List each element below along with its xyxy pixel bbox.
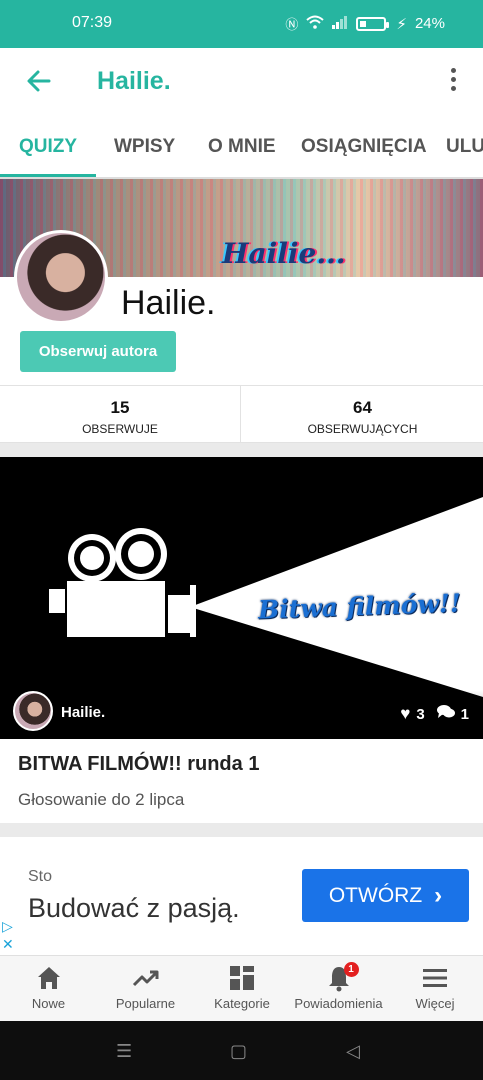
quiz-title[interactable]: BITWA FILMÓW!! runda 1 [18, 753, 259, 776]
home-button-icon[interactable]: ▢ [230, 1041, 247, 1062]
ad-banner[interactable]: Sto Budować z pasją. OTWÓRZ › ▷ ✕ [0, 837, 483, 955]
nav-new[interactable]: Nowe [0, 956, 97, 1022]
ad-cta-label: OTWÓRZ [328, 883, 423, 907]
comments-count: 1 [460, 705, 469, 723]
trending-icon [132, 964, 160, 992]
wifi-icon [306, 15, 325, 32]
status-time: 07:39 [72, 14, 113, 31]
page-title: Hailie. [97, 67, 171, 95]
battery-icon [356, 16, 390, 31]
menu-icon [421, 964, 449, 992]
charging-icon: ⚡ [396, 15, 407, 33]
author-name[interactable]: Hailie. [61, 704, 105, 721]
notification-badge: 1 [343, 962, 359, 977]
tab-wpisy[interactable]: WPISY [114, 136, 175, 158]
card-stats: ♥ 3 1 [400, 704, 469, 724]
followers-label: OBSERWUJĄCYCH [307, 422, 418, 436]
ad-open-button[interactable]: OTWÓRZ › [302, 869, 469, 922]
ad-headline: Budować z pasją. [28, 893, 240, 923]
following-count: 15 [110, 398, 130, 417]
bell-icon: 1 [325, 962, 359, 992]
heart-icon: ♥ [400, 704, 411, 723]
profile-name: Hailie. [121, 284, 216, 322]
comments-icon [436, 704, 455, 724]
profile-avatar [14, 230, 108, 324]
recent-apps-icon[interactable]: ☰ [116, 1041, 132, 1062]
following-label: OBSERWUJE [82, 422, 158, 436]
ad-choices-icon[interactable]: ▷ ✕ [2, 917, 14, 953]
battery-level: 24% [414, 15, 445, 32]
nfc-icon: Ⓝ [285, 17, 299, 32]
signal-icon [332, 15, 348, 32]
tab-ulubione[interactable]: ULU [446, 136, 483, 158]
nav-notifications[interactable]: 1 Powiadomienia [290, 956, 387, 1022]
nav-notifications-label: Powiadomienia [294, 996, 383, 1011]
follow-author-button[interactable]: Obserwuj autora [20, 331, 176, 372]
followers-stat[interactable]: 64 OBSERWUJĄCYCH [242, 386, 483, 444]
following-stat[interactable]: 15 OBSERWUJE [0, 386, 241, 444]
ad-brand: Sto [28, 868, 53, 885]
back-button-icon[interactable]: ◁ [346, 1041, 360, 1062]
nav-popular[interactable]: Popularne [97, 956, 194, 1022]
profile-stats: 15 OBSERWUJE 64 OBSERWUJĄCYCH [0, 385, 483, 444]
home-icon [35, 964, 63, 992]
status-bar: 07:39 Ⓝ ⚡ 24% [0, 0, 483, 48]
nav-new-label: Nowe [31, 996, 66, 1011]
more-options-icon[interactable] [443, 68, 463, 94]
author-avatar[interactable] [13, 691, 53, 731]
section-divider [0, 823, 483, 837]
bottom-navigation: Nowe Popularne Kategorie 1 Powiadomienia… [0, 955, 483, 1021]
tab-quizy[interactable]: QUIZY [19, 136, 77, 158]
grid-icon [228, 964, 256, 992]
app-bar: Hailie. [0, 48, 483, 114]
nav-popular-label: Popularne [115, 996, 176, 1011]
tab-osiagniecia[interactable]: OSIĄGNIĘCIA [301, 136, 427, 158]
tab-o-mnie[interactable]: O MNIE [208, 136, 276, 158]
chevron-right-icon: › [434, 881, 443, 909]
quiz-subtitle: Głosowanie do 2 lipca [18, 790, 185, 809]
profile-tabs: QUIZY WPISY O MNIE OSIĄGNIĘCIA ULU [0, 114, 483, 178]
nav-more-label: Więcej [415, 996, 455, 1011]
back-arrow-icon[interactable] [22, 64, 56, 98]
banner-text: Hailie... [222, 237, 346, 270]
section-divider [0, 443, 483, 457]
system-navigation-bar: ☰ ▢ ◁ [0, 1021, 483, 1080]
nav-categories-label: Kategorie [214, 996, 270, 1011]
nav-categories[interactable]: Kategorie [194, 956, 290, 1022]
status-icons: Ⓝ ⚡ 24% [285, 14, 445, 33]
followers-count: 64 [353, 398, 372, 417]
nav-more[interactable]: Więcej [387, 956, 483, 1022]
likes-count: 3 [416, 705, 425, 723]
